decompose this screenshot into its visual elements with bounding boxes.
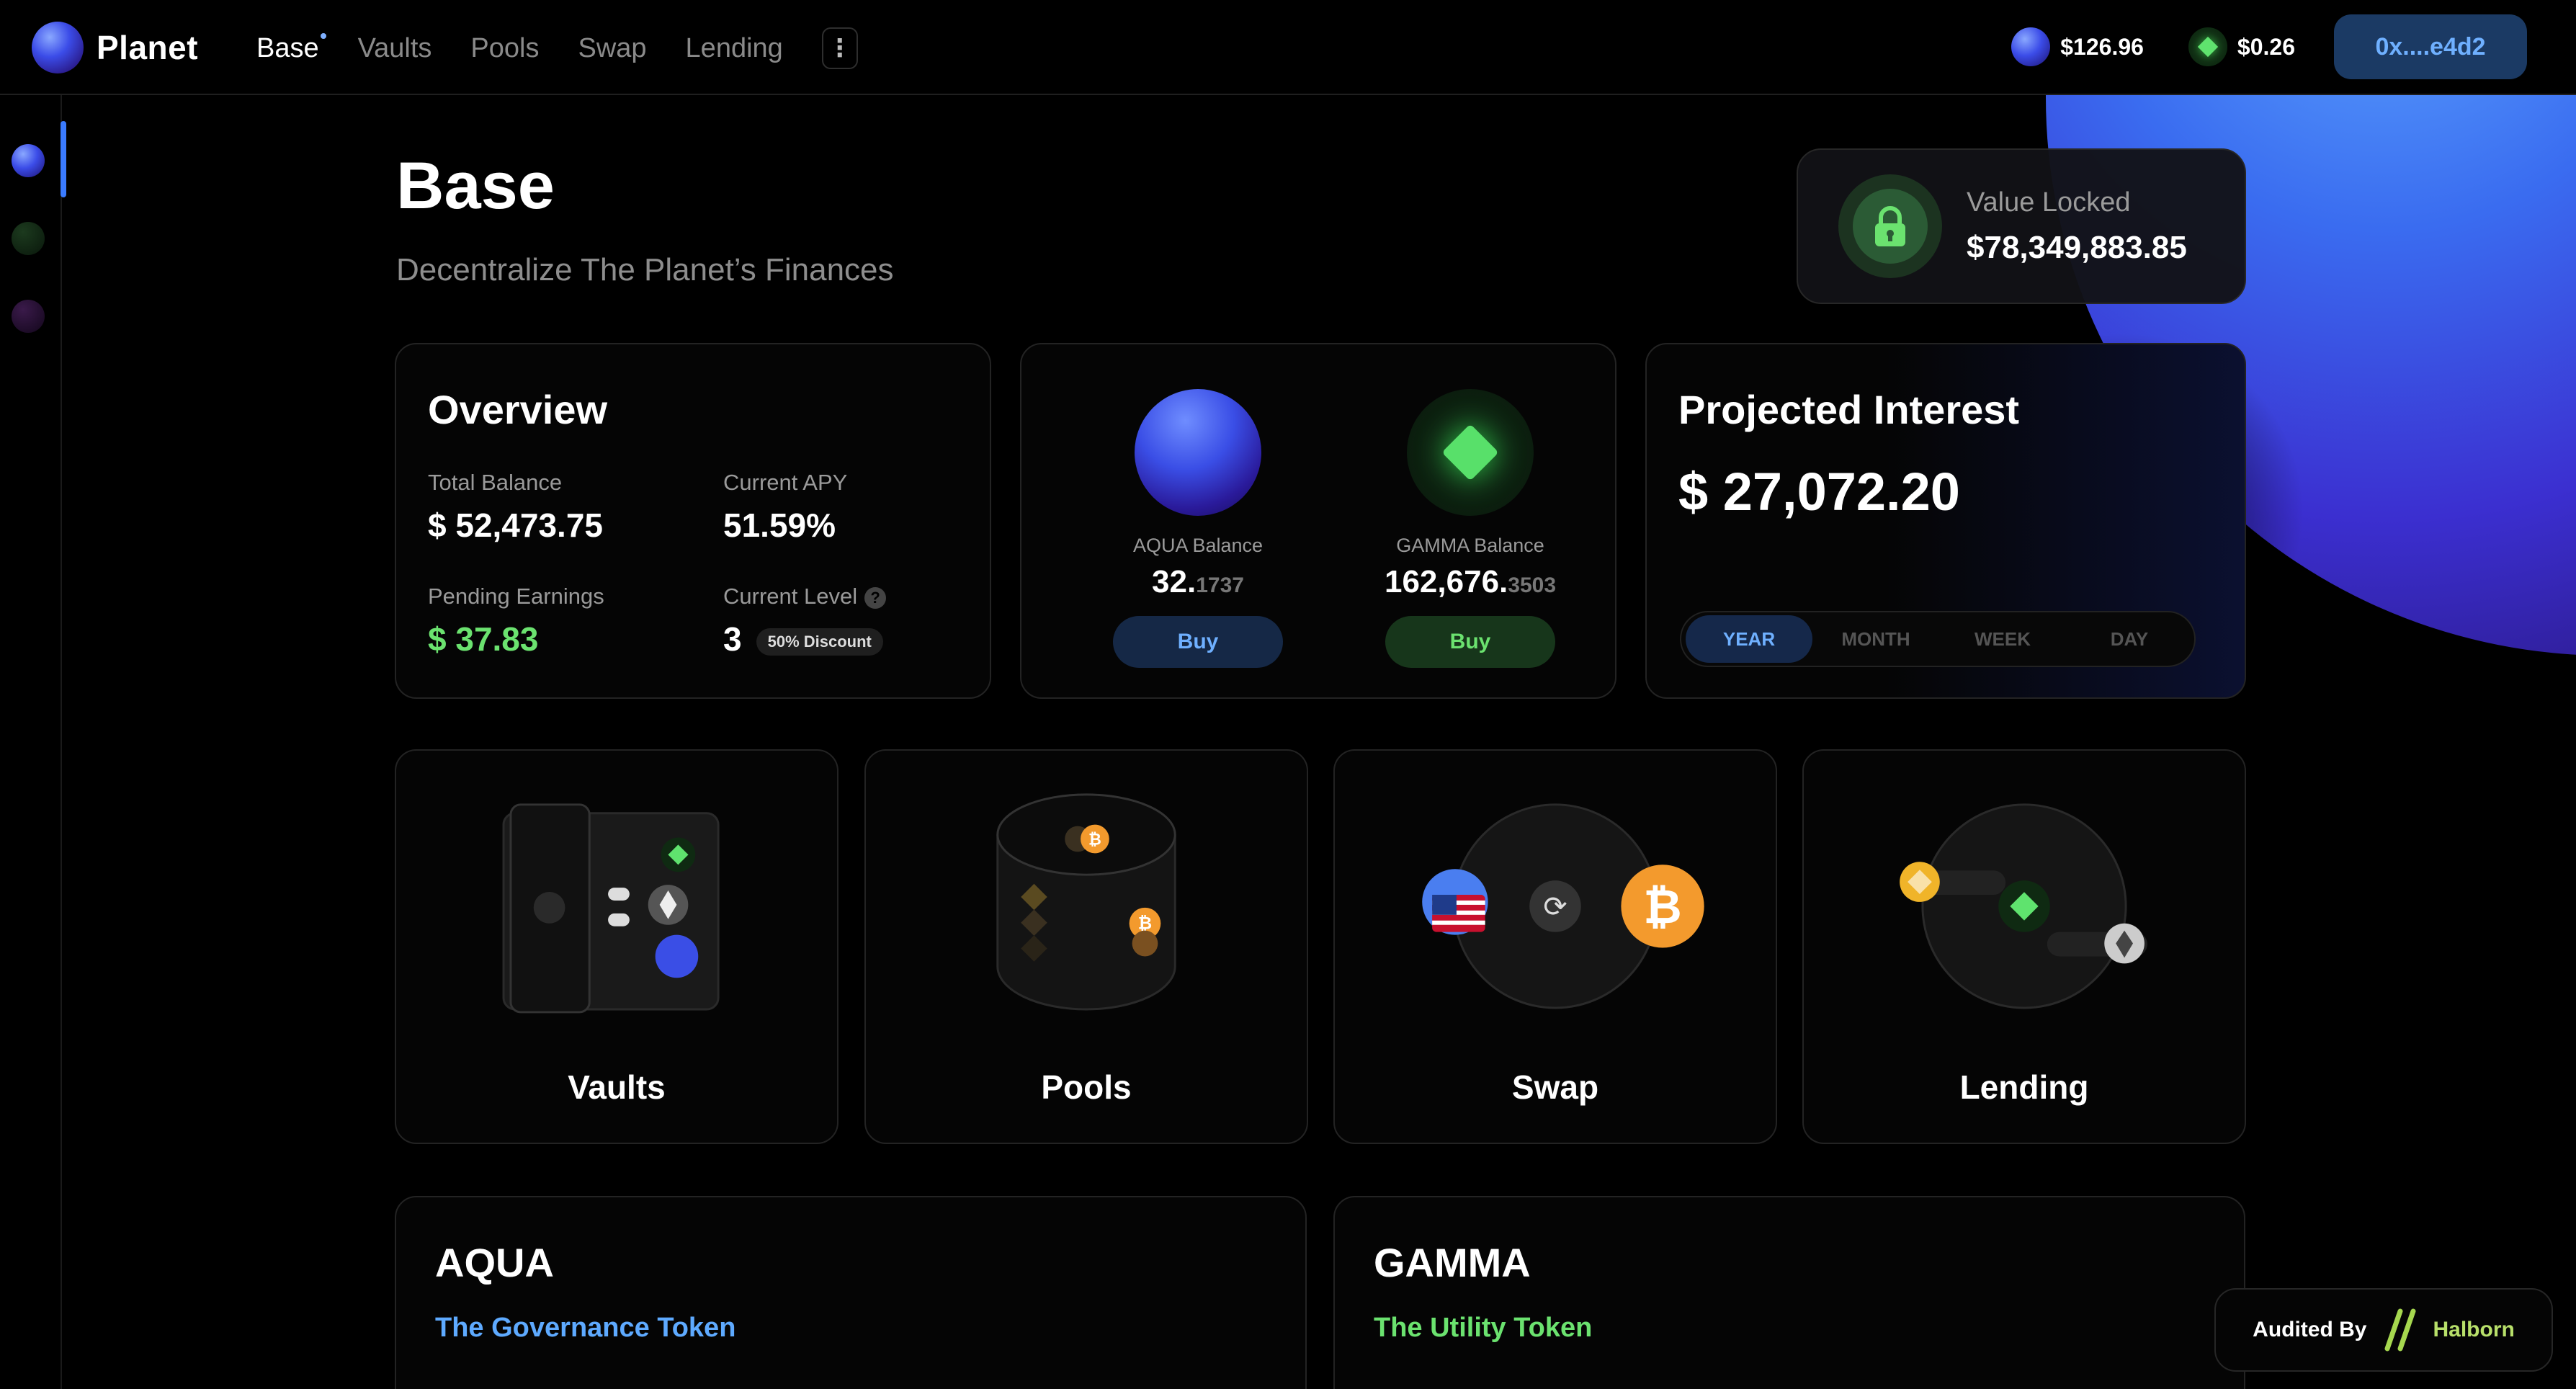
swap-feature-card[interactable]: ⟳ ₿ Swap (1333, 749, 1777, 1144)
period-selector: YEAR MONTH WEEK DAY (1680, 611, 2196, 667)
overview-title: Overview (428, 387, 608, 432)
current-apy-label: Current APY (723, 470, 848, 495)
topbar-right: $126.96 $0.26 0x....e4d2 (2011, 14, 2527, 79)
brand-logo-link[interactable]: Planet (32, 22, 198, 73)
total-balance-value: $ 52,473.75 (428, 506, 604, 544)
aqua-balance-column: AQUA Balance 32.1737 Buy (1079, 389, 1317, 668)
page-subtitle: Decentralize The Planet’s Finances (396, 252, 894, 287)
value-locked-label: Value Locked (1967, 187, 2131, 218)
aqua-balance-value: 32.1737 (1079, 564, 1317, 600)
top-navbar: Planet Base Vaults Pools Swap Lending ⋮ … (0, 0, 2576, 95)
aqua-token-title: AQUA (435, 1240, 554, 1285)
lending-feature-card[interactable]: Lending (1802, 749, 2246, 1144)
period-day-button[interactable]: DAY (2066, 615, 2193, 663)
balances-card: AQUA Balance 32.1737 Buy GAMMA Balance 1… (1020, 343, 1616, 699)
nav-item-base[interactable]: Base (256, 32, 326, 64)
pools-feature-card[interactable]: ₿ ₿ Pools (864, 749, 1308, 1144)
gamma-balance-column: GAMMA Balance 162,676.3503 Buy (1351, 389, 1589, 668)
sidebar-item-aqua-icon[interactable] (12, 144, 45, 177)
gamma-token-icon (2188, 27, 2227, 66)
current-level-row: 3 50% Discount (723, 620, 883, 658)
nav-label: Base (256, 32, 319, 63)
lending-label: Lending (1959, 1068, 2089, 1106)
gamma-price[interactable]: $0.26 (2188, 27, 2295, 66)
aqua-token-card: AQUA The Governance Token (395, 1196, 1307, 1389)
gamma-balance-dec: 3503 (1508, 573, 1557, 597)
swap-icon: ⟳ ₿ (1422, 803, 1704, 1009)
question-icon[interactable]: ? (864, 586, 887, 609)
overview-card: Overview Total Balance $ 52,473.75 Curre… (395, 343, 991, 699)
pending-earnings-value: $ 37.83 (428, 620, 539, 658)
nav-item-lending[interactable]: Lending (686, 33, 783, 64)
current-apy-value: 51.59% (723, 506, 836, 544)
total-balance-label: Total Balance (428, 470, 563, 495)
audited-by-label: Audited By (2253, 1318, 2367, 1341)
gamma-token-subtitle: The Utility Token (1374, 1313, 1593, 1343)
svg-text:⟳: ⟳ (1543, 890, 1567, 924)
brand-name: Planet (97, 29, 199, 66)
gamma-balance-value: 162,676.3503 (1351, 564, 1589, 600)
gamma-balance-int: 162,676. (1384, 564, 1508, 599)
nav-item-pools[interactable]: Pools (470, 33, 539, 64)
gamma-balance-label: GAMMA Balance (1396, 535, 1544, 556)
svg-text:₿: ₿ (1643, 880, 1681, 935)
main-nav: Base Vaults Pools Swap Lending ⋮ (256, 27, 858, 69)
app-root: Planet Base Vaults Pools Swap Lending ⋮ … (0, 0, 2576, 1389)
svg-text:₿: ₿ (1088, 831, 1101, 849)
current-level-label-row: Current Level? (723, 584, 887, 609)
projected-interest-title: Projected Interest (1678, 387, 2020, 432)
current-level-label: Current Level (723, 584, 858, 609)
pool-icon: ₿ ₿ (996, 793, 1176, 1011)
svg-text:₿: ₿ (1138, 914, 1152, 934)
aqua-balance-int: 32. (1152, 564, 1197, 599)
buy-aqua-button[interactable]: Buy (1113, 616, 1283, 668)
gamma-price-value: $0.26 (2237, 33, 2295, 60)
sidebar-active-indicator (61, 121, 66, 197)
aqua-balance-label: AQUA Balance (1132, 535, 1264, 556)
sidebar-item-purple-icon[interactable] (12, 300, 45, 333)
aqua-price-value: $126.96 (2060, 33, 2144, 60)
page-title: Base (396, 149, 555, 223)
more-vertical-icon[interactable]: ⋮ (821, 27, 858, 69)
lock-icon (1838, 174, 1942, 278)
discount-badge: 50% Discount (756, 627, 883, 656)
gamma-token-title: GAMMA (1374, 1240, 1531, 1285)
nav-item-swap[interactable]: Swap (578, 33, 646, 64)
vaults-label: Vaults (568, 1068, 666, 1106)
audited-by-badge[interactable]: Audited By Halborn (2214, 1288, 2553, 1372)
pending-earnings-label: Pending Earnings (428, 584, 604, 609)
aqua-balance-dec: 1737 (1196, 573, 1244, 597)
value-locked-amount: $78,349,883.85 (1967, 229, 2187, 265)
chain-sidebar (0, 95, 66, 1389)
gamma-token-card: GAMMA The Utility Token (1333, 1196, 2245, 1389)
value-locked-card: Value Locked $78,349,883.85 (1797, 148, 2246, 304)
lending-icon (1900, 803, 2147, 1009)
active-dot-icon (320, 32, 326, 39)
nav-item-vaults[interactable]: Vaults (358, 33, 432, 64)
pools-label: Pools (1041, 1068, 1132, 1106)
auditor-name: Halborn (2433, 1318, 2515, 1341)
planet-logo-icon (32, 22, 84, 73)
swap-label: Swap (1511, 1068, 1599, 1106)
buy-gamma-button[interactable]: Buy (1385, 616, 1555, 668)
wallet-address-button[interactable]: 0x....e4d2 (2334, 14, 2527, 79)
period-month-button[interactable]: MONTH (1812, 615, 1939, 663)
sidebar-item-gamma-icon[interactable] (12, 222, 45, 255)
projected-interest-value: $ 27,072.20 (1678, 462, 1960, 522)
period-week-button[interactable]: WEEK (1939, 615, 2066, 663)
vault-icon (502, 803, 720, 1014)
vaults-feature-card[interactable]: Vaults (395, 749, 838, 1144)
aqua-price[interactable]: $126.96 (2011, 27, 2144, 66)
halborn-logo-icon (2384, 1308, 2415, 1352)
current-level-value: 3 (723, 620, 742, 658)
period-year-button[interactable]: YEAR (1686, 615, 1812, 663)
aqua-token-icon (2011, 27, 2051, 66)
aqua-token-subtitle: The Governance Token (435, 1313, 736, 1343)
aqua-token-icon (1135, 389, 1261, 516)
projected-interest-card: Projected Interest $ 27,072.20 YEAR MONT… (1645, 343, 2246, 699)
gamma-token-icon (1407, 389, 1534, 516)
